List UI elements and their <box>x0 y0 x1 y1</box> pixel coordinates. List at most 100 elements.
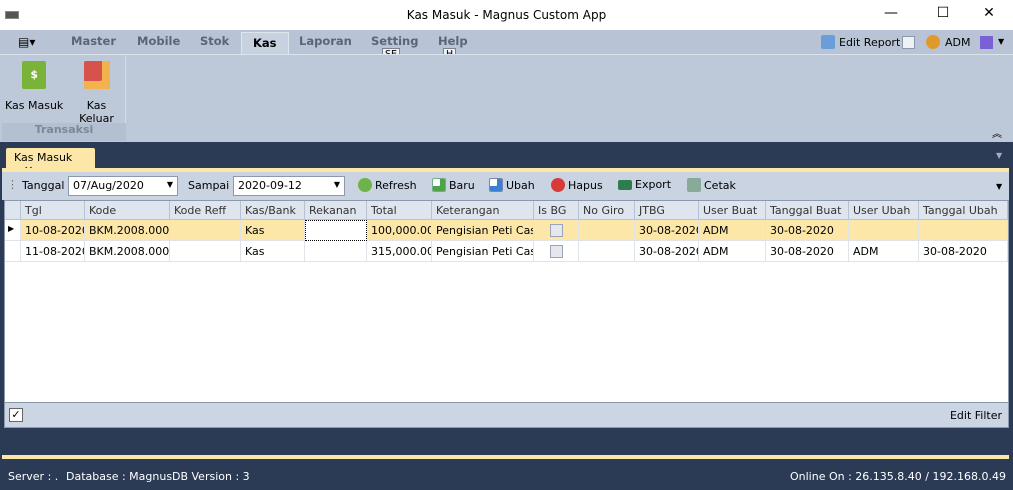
cell-jtbg[interactable]: 30-08-2020 <box>635 241 699 262</box>
row-indicator[interactable]: ▶ <box>5 220 21 241</box>
window-title: Kas Masuk - Magnus Custom App <box>406 8 607 22</box>
cell-kode-reff[interactable] <box>170 220 241 241</box>
delete-icon <box>551 178 565 192</box>
cell-rekanan[interactable] <box>305 220 367 241</box>
cell-kode[interactable]: BKM.2008.0003 <box>85 241 170 262</box>
kas-masuk-label: Kas Masuk <box>5 99 64 112</box>
app-menu-button[interactable]: ▤▾ <box>18 35 35 49</box>
baru-label: Baru <box>449 178 475 192</box>
chevron-down-icon: ▼ <box>166 180 173 189</box>
tab-laporan[interactable]: Laporan <box>299 34 352 48</box>
user-icon <box>926 35 940 49</box>
maximize-button[interactable]: ☐ <box>928 5 958 25</box>
tab-list-dropdown-icon[interactable]: ▼ <box>996 151 1002 160</box>
tab-kas[interactable]: Kas <box>241 32 289 54</box>
cell-kode-reff[interactable] <box>170 241 241 262</box>
cell-is-bg[interactable] <box>534 220 579 241</box>
column-header-rekanan[interactable]: Rekanan <box>305 201 367 220</box>
toolbar: ⋮ Tanggal 07/Aug/2020 ▼ Sampai 2020-09-12… <box>2 172 1009 200</box>
printer-icon <box>687 178 701 192</box>
money-book-icon: $ <box>22 61 47 89</box>
is-bg-checkbox[interactable] <box>549 224 563 237</box>
edit-document-icon <box>489 178 503 192</box>
cell-user-ubah[interactable]: ADM <box>849 241 919 262</box>
cell-tanggal-ubah[interactable] <box>919 220 1008 241</box>
cell-user-ubah[interactable] <box>849 220 919 241</box>
ubah-label: Ubah <box>506 178 535 192</box>
collapse-ribbon-icon[interactable]: ︽ <box>992 125 1002 140</box>
column-header-jtbg[interactable]: JTBG <box>635 201 699 220</box>
minimize-button[interactable]: — <box>876 5 906 25</box>
export-button[interactable]: Export <box>618 178 671 191</box>
column-header-user-ubah[interactable]: User Ubah <box>849 201 919 220</box>
refresh-button[interactable]: Refresh <box>358 178 417 192</box>
cell-tanggal-buat[interactable]: 30-08-2020 <box>766 220 849 241</box>
edit-filter-button[interactable]: Edit Filter <box>950 409 1002 422</box>
tab-mobile[interactable]: Mobile <box>137 34 180 48</box>
sampai-value: 2020-09-12 <box>238 179 302 192</box>
column-header-keterangan[interactable]: Keterangan <box>432 201 534 220</box>
column-header-kode[interactable]: Kode <box>85 201 170 220</box>
cell-kode[interactable]: BKM.2008.0002 <box>85 220 170 241</box>
toolbar-grip[interactable]: ⋮ <box>7 178 18 191</box>
column-header-tgl[interactable]: Tgl <box>21 201 85 220</box>
tab-help[interactable]: Help <box>438 34 468 48</box>
cell-no-giro[interactable] <box>579 241 635 262</box>
filter-enable-checkbox[interactable]: ✓ <box>9 408 23 422</box>
accent-line <box>2 455 1009 459</box>
column-header-user-buat[interactable]: User Buat <box>699 201 766 220</box>
doc-tab-kas-masuk[interactable]: Kas Masuk ✕ <box>6 148 95 177</box>
chevron-down-icon[interactable]: ▼ <box>998 37 1004 46</box>
cell-total[interactable]: 315,000.00 <box>367 241 432 262</box>
column-header-total[interactable]: Total <box>367 201 432 220</box>
skin-selector-icon[interactable] <box>980 36 993 49</box>
cell-tanggal-buat[interactable]: 30-08-2020 <box>766 241 849 262</box>
column-header-is-bg[interactable]: Is BG <box>534 201 579 220</box>
edit-report-checkbox[interactable] <box>902 36 915 49</box>
cell-user-buat[interactable]: ADM <box>699 241 766 262</box>
group-label: Transaksi <box>2 123 126 141</box>
column-header-kode-reff[interactable]: Kode Reff <box>170 201 241 220</box>
kas-keluar-button[interactable]: Kas Keluar <box>68 59 125 125</box>
tab-setting[interactable]: Setting <box>371 34 418 48</box>
sampai-label: Sampai <box>188 179 230 192</box>
tanggal-date-picker[interactable]: 07/Aug/2020 ▼ <box>68 176 178 196</box>
row-indicator[interactable] <box>5 241 21 262</box>
refresh-icon <box>358 178 372 192</box>
cell-total[interactable]: 100,000.00 <box>367 220 432 241</box>
kas-masuk-button[interactable]: $ Kas Masuk <box>5 59 63 112</box>
cell-kas-bank[interactable]: Kas <box>241 241 305 262</box>
cell-user-buat[interactable]: ADM <box>699 220 766 241</box>
baru-button[interactable]: Baru <box>432 178 475 192</box>
cell-keterangan[interactable]: Pengisian Peti Cash <box>432 241 534 262</box>
cell-jtbg[interactable]: 30-08-2020 <box>635 220 699 241</box>
cell-is-bg[interactable] <box>534 241 579 262</box>
data-grid[interactable]: Tgl Kode Kode Reff Kas/Bank Rekanan Total Kete… <box>4 200 1009 403</box>
cell-rekanan[interactable] <box>305 241 367 262</box>
cell-keterangan[interactable]: Pengisian Peti Cash <box>432 220 534 241</box>
tanggal-value: 07/Aug/2020 <box>73 179 144 192</box>
hapus-button[interactable]: Hapus <box>551 178 603 192</box>
user-menu[interactable]: ADM <box>926 35 971 49</box>
ubah-button[interactable]: Ubah <box>489 178 535 192</box>
cell-tgl[interactable]: 10-08-2020 <box>21 220 85 241</box>
column-header-no-giro[interactable]: No Giro <box>579 201 635 220</box>
new-document-icon <box>432 178 446 192</box>
cell-tgl[interactable]: 11-08-2020 <box>21 241 85 262</box>
cell-tanggal-ubah[interactable]: 30-08-2020 <box>919 241 1008 262</box>
cell-no-giro[interactable] <box>579 220 635 241</box>
toolbar-overflow-icon[interactable]: ▼ <box>996 182 1002 191</box>
is-bg-checkbox[interactable] <box>549 245 563 258</box>
column-header-tanggal-ubah[interactable]: Tanggal Ubah <box>919 201 1008 220</box>
cetak-button[interactable]: Cetak <box>687 178 736 192</box>
edit-report-label: Edit Report <box>839 35 901 49</box>
tab-stok[interactable]: Stok <box>200 34 229 48</box>
tab-master[interactable]: Master <box>71 34 116 48</box>
close-button[interactable]: ✕ <box>974 5 1004 25</box>
column-header-tanggal-buat[interactable]: Tanggal Buat <box>766 201 849 220</box>
sampai-date-picker[interactable]: 2020-09-12 ▼ <box>233 176 345 196</box>
title-bar: Kas Masuk - Magnus Custom App — ☐ ✕ <box>0 0 1013 30</box>
cell-kas-bank[interactable]: Kas <box>241 220 305 241</box>
column-header-kas-bank[interactable]: Kas/Bank <box>241 201 305 220</box>
edit-report-button[interactable]: Edit Report <box>821 35 900 49</box>
